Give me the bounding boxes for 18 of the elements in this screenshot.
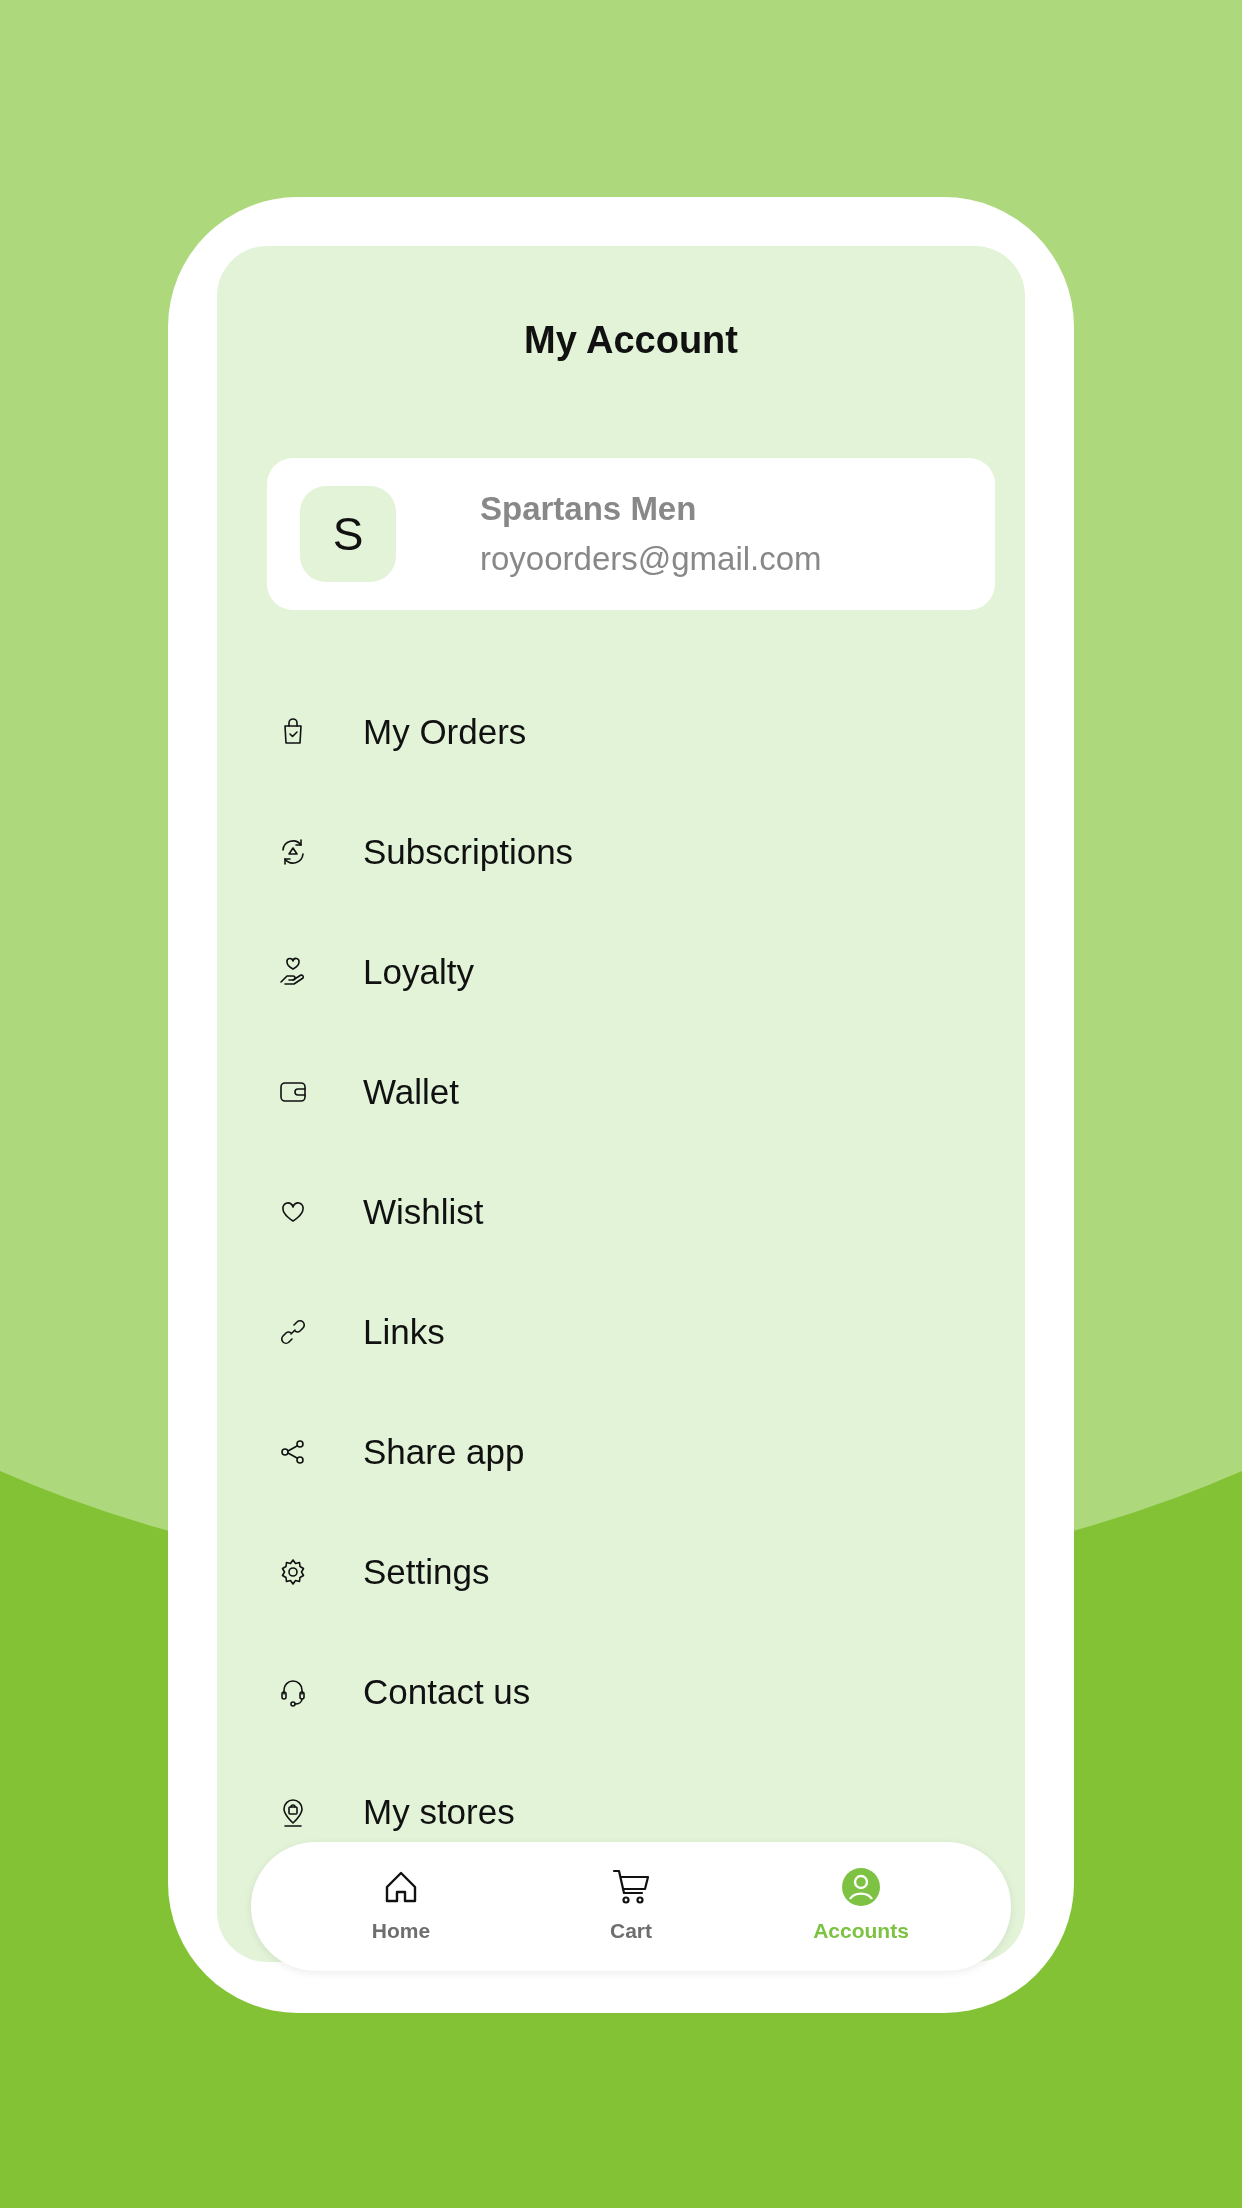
- menu-item[interactable]: Wishlist: [363, 1193, 484, 1231]
- user-icon: [841, 1866, 881, 1907]
- profile-name: Spartans Men: [480, 489, 698, 529]
- menu-item[interactable]: My Orders: [363, 713, 527, 751]
- menu-item[interactable]: Settings: [363, 1553, 490, 1591]
- page-title: My Account: [523, 318, 739, 363]
- menu-item[interactable]: Loyalty: [363, 953, 474, 991]
- nav-tab[interactable]: Cart: [541, 1866, 721, 1947]
- menu-item[interactable]: Links: [363, 1313, 445, 1351]
- menu-item[interactable]: Wallet: [363, 1073, 459, 1111]
- menu-item[interactable]: My stores: [363, 1793, 515, 1831]
- nav-tab[interactable]: Home: [311, 1866, 491, 1947]
- profile-email: royoorders@gmail.com: [480, 539, 822, 579]
- menu-item[interactable]: Subscriptions: [363, 833, 574, 871]
- menu-item[interactable]: Contact us: [363, 1673, 531, 1711]
- menu-item[interactable]: Share app: [363, 1433, 525, 1471]
- avatar: S: [300, 486, 396, 582]
- profile-card[interactable]: S Spartans Men royoorders@gmail.com: [267, 458, 995, 610]
